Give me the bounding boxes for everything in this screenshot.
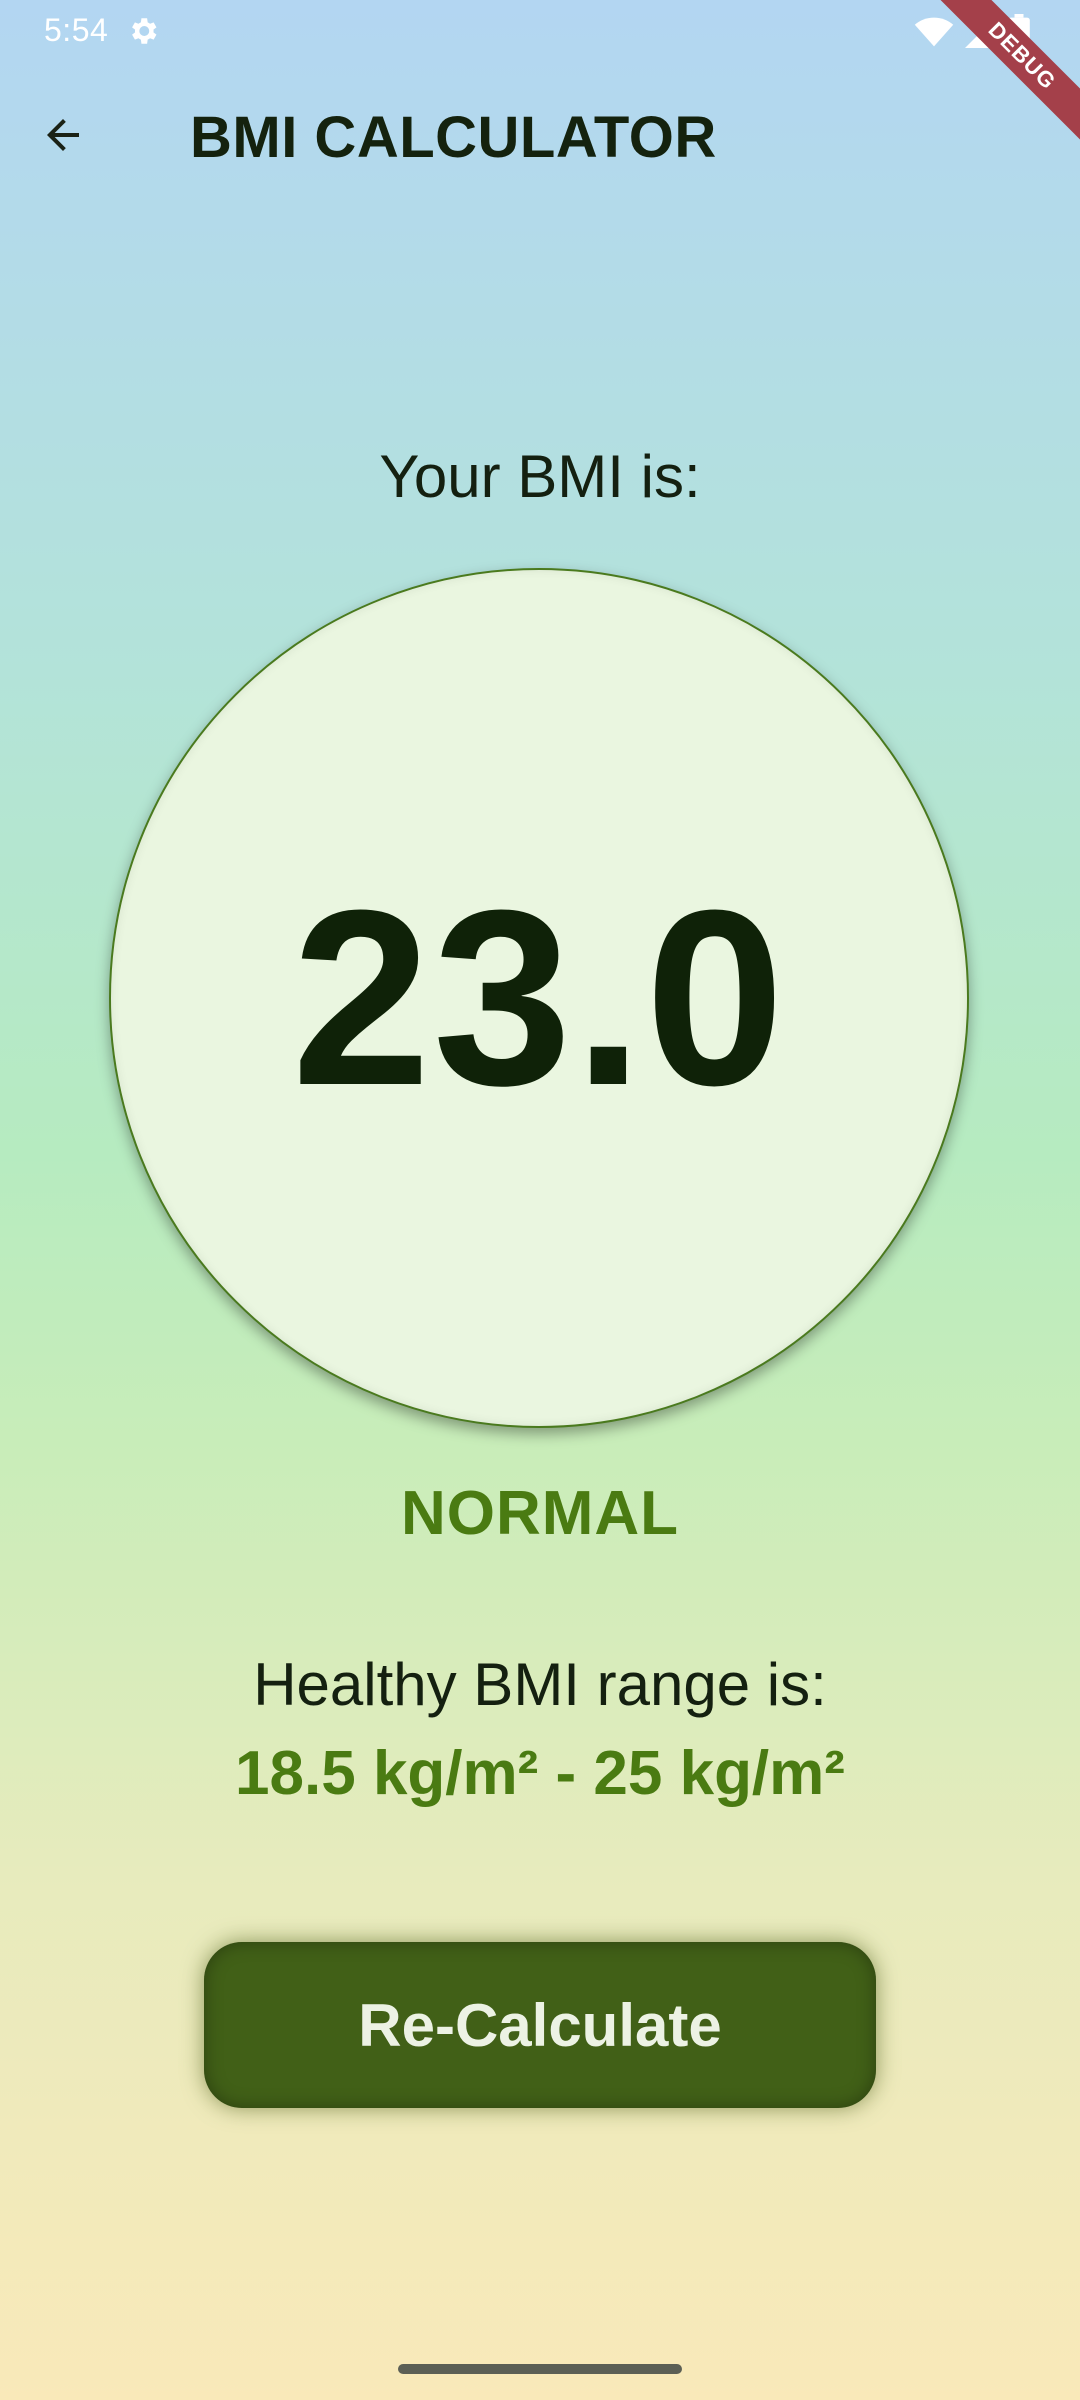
recalculate-button-label: Re-Calculate [358, 1991, 722, 2059]
status-bar: 5:54 [0, 0, 1080, 60]
status-icons [904, 14, 1030, 50]
bmi-value: 23.0 [291, 858, 787, 1137]
arrow-back-icon [47, 119, 79, 151]
settings-icon [132, 18, 157, 44]
status-time: 5:54 [44, 12, 109, 48]
app-bar: BMI CALCULATOR [0, 80, 1080, 190]
gesture-nav-handle[interactable] [398, 2364, 682, 2374]
page-title: BMI CALCULATOR [190, 105, 717, 170]
bmi-label: Your BMI is: [379, 443, 701, 510]
bmi-status: NORMAL [400, 1479, 680, 1548]
healthy-range-value: 18.5 kg/m² - 25 kg/m² [235, 1739, 845, 1808]
bmi-result-circle: 23.0 [109, 568, 969, 1428]
signal-icon [965, 16, 997, 48]
recalculate-button[interactable]: Re-Calculate [204, 1942, 876, 2108]
healthy-range-label: Healthy BMI range is: [253, 1651, 827, 1718]
wifi-icon [914, 17, 954, 47]
back-button[interactable] [30, 102, 96, 168]
battery-icon [1008, 14, 1030, 50]
